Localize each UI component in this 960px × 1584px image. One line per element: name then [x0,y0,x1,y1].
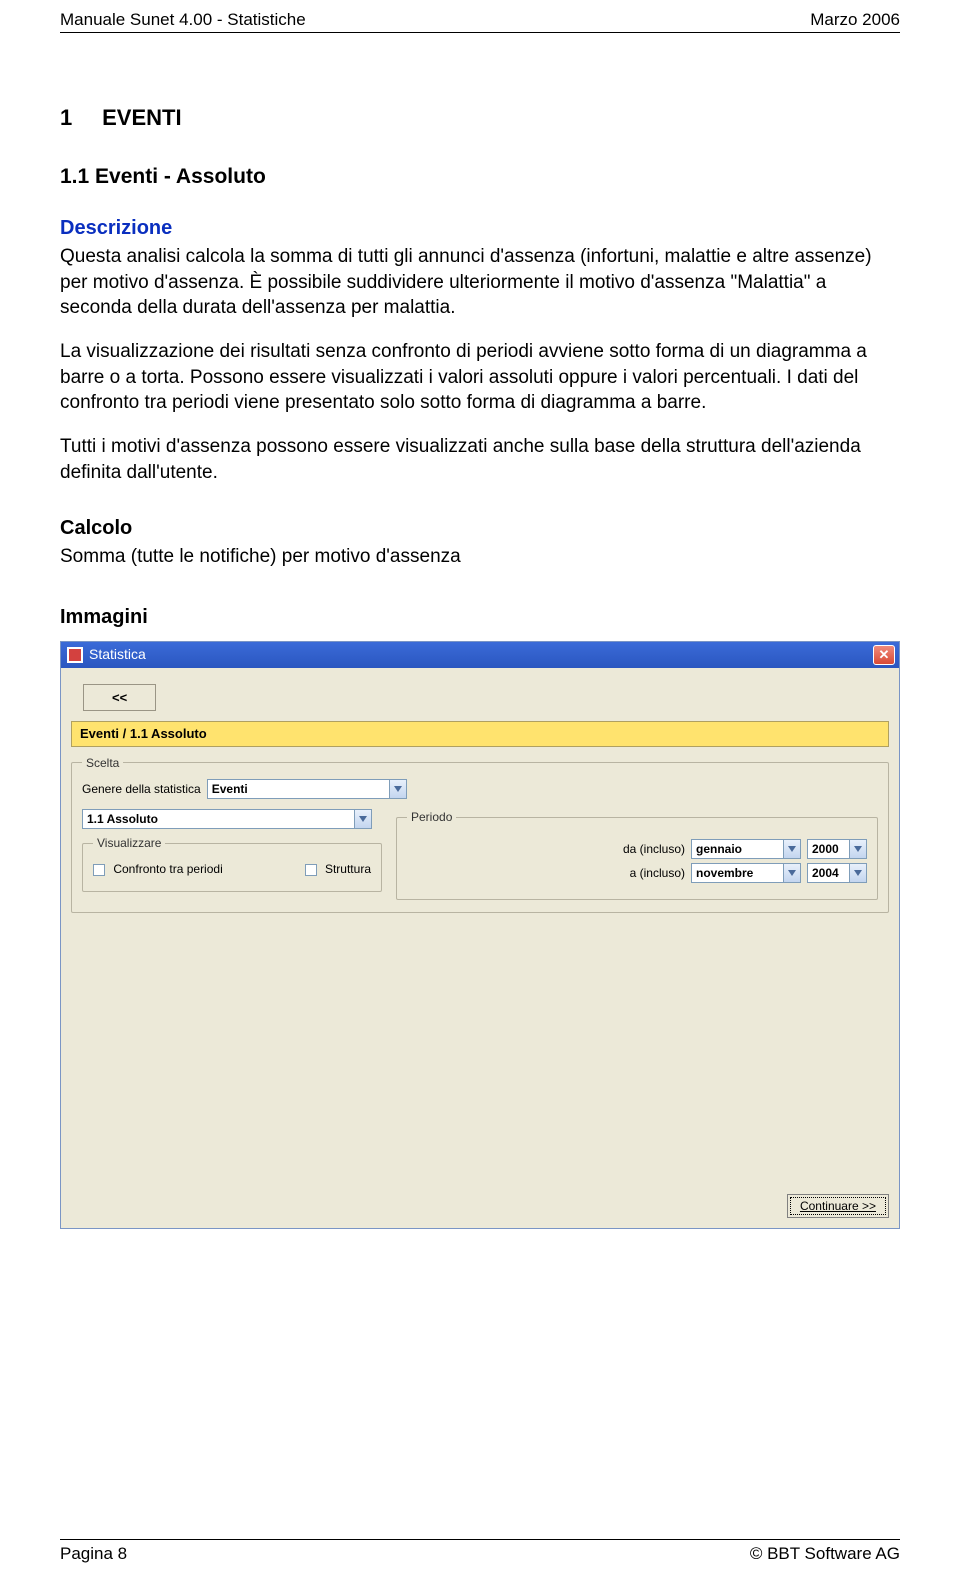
scelta-fieldset: Scelta Genere della statistica Eventi [71,755,889,913]
chevron-down-icon[interactable] [849,840,866,858]
chevron-down-icon[interactable] [783,864,800,882]
a-label: a (incluso) [613,865,685,881]
statistica-window: Statistica ✕ << Eventi / 1.1 Assoluto Sc… [60,641,900,1229]
a-year-combo[interactable]: 2004 [807,863,867,883]
da-month-value: gennaio [696,841,783,857]
h1-title: EVENTI [102,105,181,130]
continue-label: Continuare >> [800,1199,876,1213]
da-month-combo[interactable]: gennaio [691,839,801,859]
a-year-value: 2004 [812,865,849,881]
statistic-value: 1.1 Assoluto [87,811,354,827]
genere-value: Eventi [212,781,389,797]
calcolo-label: Calcolo [60,515,900,542]
titlebar: Statistica ✕ [61,642,899,668]
continue-button[interactable]: Continuare >> [787,1194,889,1218]
paragraph-3: Tutti i motivi d'assenza possono essere … [60,434,900,485]
chevron-down-icon[interactable] [783,840,800,858]
breadcrumb-bar: Eventi / 1.1 Assoluto [71,721,889,747]
genere-label: Genere della statistica [82,781,201,797]
da-year-combo[interactable]: 2000 [807,839,867,859]
close-button[interactable]: ✕ [873,645,895,665]
visualizzare-fieldset: Visualizzare Confronto tra periodi Strut… [82,835,382,892]
back-button[interactable]: << [83,684,156,712]
paragraph-2: La visualizzazione dei risultati senza c… [60,339,900,416]
da-year-value: 2000 [812,841,849,857]
checkbox-icon [93,864,105,876]
close-icon: ✕ [879,646,890,664]
a-month-value: novembre [696,865,783,881]
descrizione-label: Descrizione [60,215,900,242]
heading-1: 1 EVENTI [60,103,900,133]
confronto-label: Confronto tra periodi [113,862,222,876]
chevron-down-icon[interactable] [389,780,406,798]
paragraph-1: Questa analisi calcola la somma di tutti… [60,244,900,321]
doc-header-left: Manuale Sunet 4.00 - Statistiche [60,10,306,30]
da-label: da (incluso) [613,841,685,857]
footer-copyright: © BBT Software AG [750,1544,900,1564]
struttura-checkbox[interactable]: Struttura [305,861,371,877]
a-month-combo[interactable]: novembre [691,863,801,883]
periodo-legend: Periodo [407,809,456,825]
heading-2: 1.1 Eventi - Assoluto [60,163,900,191]
window-title: Statistica [89,645,146,664]
genere-combo[interactable]: Eventi [207,779,407,799]
statistic-combo[interactable]: 1.1 Assoluto [82,809,372,829]
footer-page: Pagina 8 [60,1544,127,1564]
doc-header-right: Marzo 2006 [810,10,900,30]
immagini-label: Immagini [60,604,900,631]
visualizzare-legend: Visualizzare [93,835,165,851]
calcolo-text: Somma (tutte le notifiche) per motivo d'… [60,544,900,570]
app-icon [67,647,83,663]
periodo-fieldset: Periodo da (incluso) gennaio 2000 [396,809,878,900]
checkbox-icon [305,864,317,876]
confronto-checkbox[interactable]: Confronto tra periodi [93,861,223,877]
chevron-down-icon[interactable] [849,864,866,882]
h1-number: 1 [60,103,96,133]
struttura-label: Struttura [325,862,371,876]
scelta-legend: Scelta [82,755,123,771]
chevron-down-icon[interactable] [354,810,371,828]
